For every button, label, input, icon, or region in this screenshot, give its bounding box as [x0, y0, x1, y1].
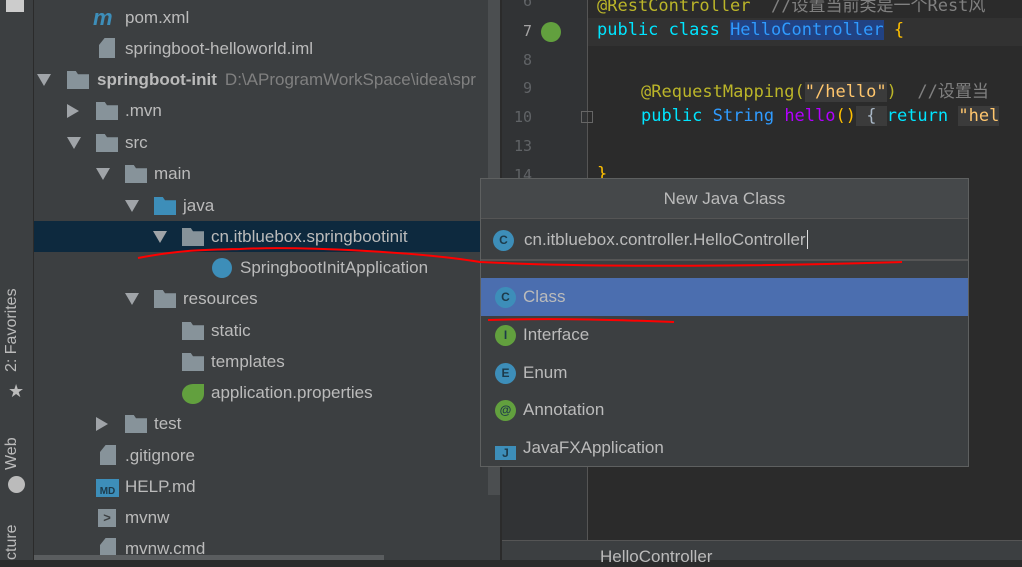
tree-item-mvnw[interactable]: > mvnw: [34, 502, 488, 533]
collapsed-arrow-icon[interactable]: [67, 104, 79, 118]
tree-item-templates[interactable]: templates: [34, 346, 488, 377]
package-icon: [182, 228, 204, 246]
folder-icon: [125, 165, 147, 183]
markdown-icon: MD: [96, 479, 119, 497]
resources-folder-icon: [154, 290, 176, 308]
expand-arrow-icon[interactable]: [125, 200, 139, 212]
module-folder-icon: [67, 71, 89, 89]
interface-icon: I: [495, 325, 516, 346]
folder-icon: [182, 322, 204, 340]
tree-item-java[interactable]: java: [34, 190, 488, 221]
tree-item-pom[interactable]: m pom.xml: [34, 2, 488, 33]
iml-file-icon: [99, 38, 115, 58]
option-annotation[interactable]: @ Annotation: [481, 391, 968, 429]
spring-properties-icon: [182, 384, 204, 404]
shell-icon: >: [98, 509, 116, 527]
tree-item-mvn[interactable]: .mvn: [34, 95, 488, 126]
tree-item-application-properties[interactable]: application.properties: [34, 377, 488, 408]
spring-boot-class-icon: [212, 258, 232, 278]
class-icon: C: [495, 287, 516, 308]
tree-item-static[interactable]: static: [34, 315, 488, 346]
tree-item-application-class[interactable]: SpringbootInitApplication: [34, 252, 488, 283]
folder-icon: [96, 102, 118, 120]
option-class[interactable]: C Class: [481, 278, 968, 316]
popup-title: New Java Class: [481, 179, 968, 219]
tree-item-main[interactable]: main: [34, 158, 488, 189]
gitignore-icon: [100, 445, 116, 465]
line-number: 8: [522, 51, 532, 69]
line-number: 10: [513, 108, 532, 126]
tree-item-iml[interactable]: springboot-helloworld.iml: [34, 33, 488, 64]
project-tool-icon[interactable]: [6, 0, 24, 12]
annotation-icon: @: [495, 400, 516, 421]
editor-bottom-bar: HelloController: [502, 540, 1022, 566]
web-tab[interactable]: Web: [3, 437, 21, 470]
option-javafx-application[interactable]: J JavaFXApplication: [481, 429, 968, 467]
code-line-6: @RestController //设置当前类是一个Rest风: [597, 0, 986, 16]
tree-item-resources[interactable]: resources: [34, 283, 488, 314]
breadcrumb-class[interactable]: HelloController: [600, 547, 712, 567]
tree-item-gitignore[interactable]: .gitignore: [34, 440, 488, 471]
expand-arrow-icon[interactable]: [153, 231, 167, 243]
fold-expand-icon[interactable]: [581, 111, 593, 123]
folder-icon: [182, 353, 204, 371]
enum-icon: E: [495, 363, 516, 384]
tree-horizontal-scrollbar[interactable]: [34, 555, 384, 560]
maven-icon: m: [93, 5, 113, 30]
tree-item-test[interactable]: test: [34, 408, 488, 439]
globe-icon: [8, 476, 25, 493]
tree-item-springboot-init[interactable]: springboot-init D:\AProgramWorkSpace\idea…: [34, 64, 488, 95]
text-cursor: ​: [806, 230, 808, 249]
line-number: 6: [522, 0, 532, 10]
expand-arrow-icon[interactable]: [37, 74, 51, 86]
line-number: 7: [522, 22, 532, 40]
folder-icon: [125, 415, 147, 433]
line-number: 13: [513, 137, 532, 155]
code-line-10: public String hello() { return "hel: [641, 106, 1000, 126]
tree-item-help-md[interactable]: MD HELP.md: [34, 471, 488, 502]
class-icon: C: [493, 230, 514, 251]
class-name-input[interactable]: C cn.itbluebox.controller.HelloControlle…: [481, 219, 968, 261]
folder-icon: [96, 134, 118, 152]
project-tree: m pom.xml springboot-helloworld.iml sprin…: [34, 0, 500, 560]
left-tool-strip: 2: Favorites ★ Web cture: [0, 0, 34, 560]
option-interface[interactable]: I Interface: [481, 316, 968, 354]
structure-tab[interactable]: cture: [3, 524, 21, 560]
tree-item-package[interactable]: cn.itbluebox.springbootinit: [34, 221, 488, 252]
star-icon: ★: [8, 381, 25, 401]
code-line-7: public class HelloController {: [597, 20, 905, 40]
spring-bean-gutter-icon[interactable]: [541, 22, 561, 42]
source-folder-icon: [154, 197, 176, 215]
tree-item-src[interactable]: src: [34, 127, 488, 158]
option-enum[interactable]: E Enum: [481, 354, 968, 392]
favorites-tab[interactable]: 2: Favorites: [3, 288, 21, 372]
new-java-class-popup: New Java Class C cn.itbluebox.controller…: [480, 178, 969, 467]
collapsed-arrow-icon[interactable]: [96, 417, 108, 431]
expand-arrow-icon[interactable]: [67, 137, 81, 149]
javafx-file-icon: J: [495, 446, 516, 460]
code-line-9: @RequestMapping("/hello") //设置当: [641, 82, 989, 102]
line-number: 9: [522, 79, 532, 97]
expand-arrow-icon[interactable]: [96, 168, 110, 180]
expand-arrow-icon[interactable]: [125, 293, 139, 305]
